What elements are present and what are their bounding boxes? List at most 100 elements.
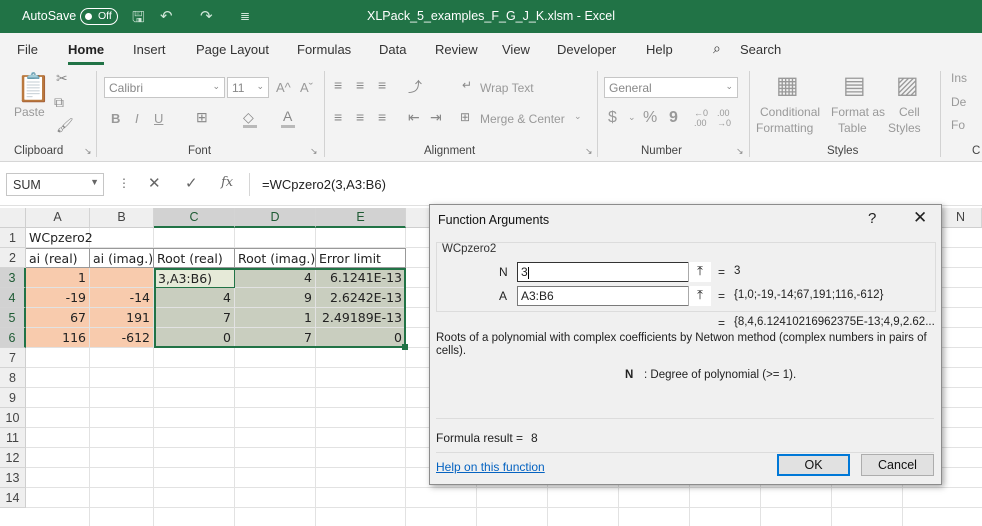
- cell-a6[interactable]: 116: [26, 328, 90, 348]
- row-header[interactable]: 3: [0, 268, 26, 288]
- cell-b6[interactable]: -612: [90, 328, 154, 348]
- row-header[interactable]: 13: [0, 468, 26, 488]
- cut-icon[interactable]: ✂: [56, 70, 68, 87]
- conditional-formatting-button[interactable]: Conditional: [760, 105, 820, 119]
- row-header[interactable]: 6: [0, 328, 26, 348]
- search-label[interactable]: Search: [740, 42, 781, 57]
- help-link[interactable]: Help on this function: [436, 460, 545, 474]
- row-header[interactable]: 10: [0, 408, 26, 428]
- increase-font-icon[interactable]: A^: [276, 80, 291, 95]
- align-bottom-icon[interactable]: ≡: [378, 77, 386, 93]
- cell-b4[interactable]: -14: [90, 288, 154, 308]
- cancel-icon[interactable]: ✕: [148, 174, 161, 192]
- arg-input-a[interactable]: A3:B6: [517, 286, 711, 306]
- row-header[interactable]: 8: [0, 368, 26, 388]
- delete-cells-button[interactable]: De: [951, 95, 966, 109]
- close-icon[interactable]: ✕: [913, 208, 927, 228]
- tab-developer[interactable]: Developer: [557, 42, 616, 57]
- cell-styles-icon[interactable]: ▨: [896, 71, 919, 100]
- decrease-indent-icon[interactable]: ⇤: [408, 109, 420, 126]
- decrease-font-icon[interactable]: Aˇ: [300, 80, 313, 95]
- cell-b3[interactable]: [90, 268, 154, 288]
- cell-a5[interactable]: 67: [26, 308, 90, 328]
- row-header[interactable]: 9: [0, 388, 26, 408]
- arg-input-n[interactable]: 3: [517, 262, 711, 282]
- font-launcher-icon[interactable]: ↘: [310, 146, 318, 157]
- enter-icon[interactable]: ✓: [185, 174, 198, 192]
- cell-c4[interactable]: 4: [154, 288, 235, 308]
- align-middle-icon[interactable]: ≡: [356, 77, 364, 93]
- insert-cells-button[interactable]: Ins: [951, 71, 967, 85]
- search-icon[interactable]: ⌕: [713, 40, 721, 57]
- fill-color-icon[interactable]: ◇: [243, 109, 254, 126]
- align-right-icon[interactable]: ≡: [378, 109, 386, 125]
- cancel-button[interactable]: Cancel: [861, 454, 934, 476]
- underline-button[interactable]: U: [154, 111, 163, 126]
- cell-e2[interactable]: Error limit: [316, 248, 406, 268]
- cell-styles-button[interactable]: Cell: [899, 105, 920, 119]
- tab-help[interactable]: Help: [646, 42, 673, 57]
- cell-d4[interactable]: 9: [235, 288, 316, 308]
- wrap-text-button[interactable]: Wrap Text: [480, 81, 534, 95]
- tab-formulas[interactable]: Formulas: [297, 42, 351, 57]
- collapse-dialog-icon[interactable]: ⤒: [688, 286, 711, 306]
- column-header-c[interactable]: C: [154, 208, 235, 228]
- row-header[interactable]: 14: [0, 488, 26, 508]
- column-header-e[interactable]: E: [316, 208, 406, 228]
- align-top-icon[interactable]: ≡: [334, 77, 342, 93]
- tab-data[interactable]: Data: [379, 42, 406, 57]
- cell-b2[interactable]: ai (imag.): [90, 248, 154, 268]
- cell-a2[interactable]: ai (real): [26, 248, 90, 268]
- format-as-table-icon[interactable]: ▤: [843, 71, 866, 100]
- row-header[interactable]: 1: [0, 228, 26, 248]
- help-button[interactable]: ?: [868, 210, 876, 227]
- cell-c5[interactable]: 7: [154, 308, 235, 328]
- collapse-dialog-icon[interactable]: ⤒: [688, 262, 711, 282]
- font-name-box[interactable]: Calibri ⌄: [104, 77, 225, 98]
- comma-button[interactable]: 9: [669, 109, 678, 127]
- tab-file[interactable]: File: [17, 42, 38, 57]
- row-header[interactable]: 7: [0, 348, 26, 368]
- row-header[interactable]: 11: [0, 428, 26, 448]
- column-header-d[interactable]: D: [235, 208, 316, 228]
- column-header-a[interactable]: A: [26, 208, 90, 228]
- format-cells-button[interactable]: Fo: [951, 118, 965, 132]
- cell-c2[interactable]: Root (real): [154, 248, 235, 268]
- insert-function-icon[interactable]: fx: [221, 175, 233, 190]
- chevron-down-icon[interactable]: ⌄: [574, 111, 582, 122]
- merge-center-icon[interactable]: ⊞: [460, 110, 470, 124]
- clipboard-launcher-icon[interactable]: ↘: [84, 146, 92, 157]
- cell-d3[interactable]: 4: [235, 268, 316, 288]
- percent-button[interactable]: %: [643, 109, 657, 127]
- borders-icon[interactable]: ⊞: [196, 109, 208, 126]
- cell-a4[interactable]: -19: [26, 288, 90, 308]
- cell-a3[interactable]: 1: [26, 268, 90, 288]
- tab-view[interactable]: View: [502, 42, 530, 57]
- row-header[interactable]: 12: [0, 448, 26, 468]
- tab-page-layout[interactable]: Page Layout: [196, 42, 269, 57]
- merge-center-button[interactable]: Merge & Center: [480, 112, 565, 126]
- orientation-icon[interactable]: ⤴: [408, 77, 422, 97]
- column-header-b[interactable]: B: [90, 208, 154, 228]
- select-all-corner[interactable]: [0, 208, 26, 228]
- align-left-icon[interactable]: ≡: [334, 109, 342, 125]
- tab-home[interactable]: Home: [68, 42, 105, 65]
- cell-e4[interactable]: 2.6242E-13: [316, 288, 406, 308]
- cell-c3-active[interactable]: 3,A3:B6): [154, 268, 235, 288]
- cell-d2[interactable]: Root (imag.): [235, 248, 316, 268]
- paste-button[interactable]: Paste: [14, 105, 45, 119]
- increase-decimal-button[interactable]: ←0 .00: [694, 108, 712, 128]
- currency-button[interactable]: $: [608, 109, 617, 127]
- name-box[interactable]: SUM ▼: [6, 173, 104, 196]
- font-size-box[interactable]: 11 ⌄: [227, 77, 269, 98]
- italic-button[interactable]: I: [135, 111, 139, 126]
- wrap-text-icon[interactable]: ↵: [462, 78, 472, 92]
- cell-e3[interactable]: 6.1241E-13: [316, 268, 406, 288]
- tab-review[interactable]: Review: [435, 42, 478, 57]
- font-color-icon[interactable]: A: [283, 108, 292, 124]
- decrease-decimal-button[interactable]: .00 →0: [717, 108, 737, 128]
- column-header-n[interactable]: N: [940, 208, 982, 228]
- row-header[interactable]: 2: [0, 248, 26, 268]
- cell-e5[interactable]: 2.49189E-13: [316, 308, 406, 328]
- cell-d6[interactable]: 7: [235, 328, 316, 348]
